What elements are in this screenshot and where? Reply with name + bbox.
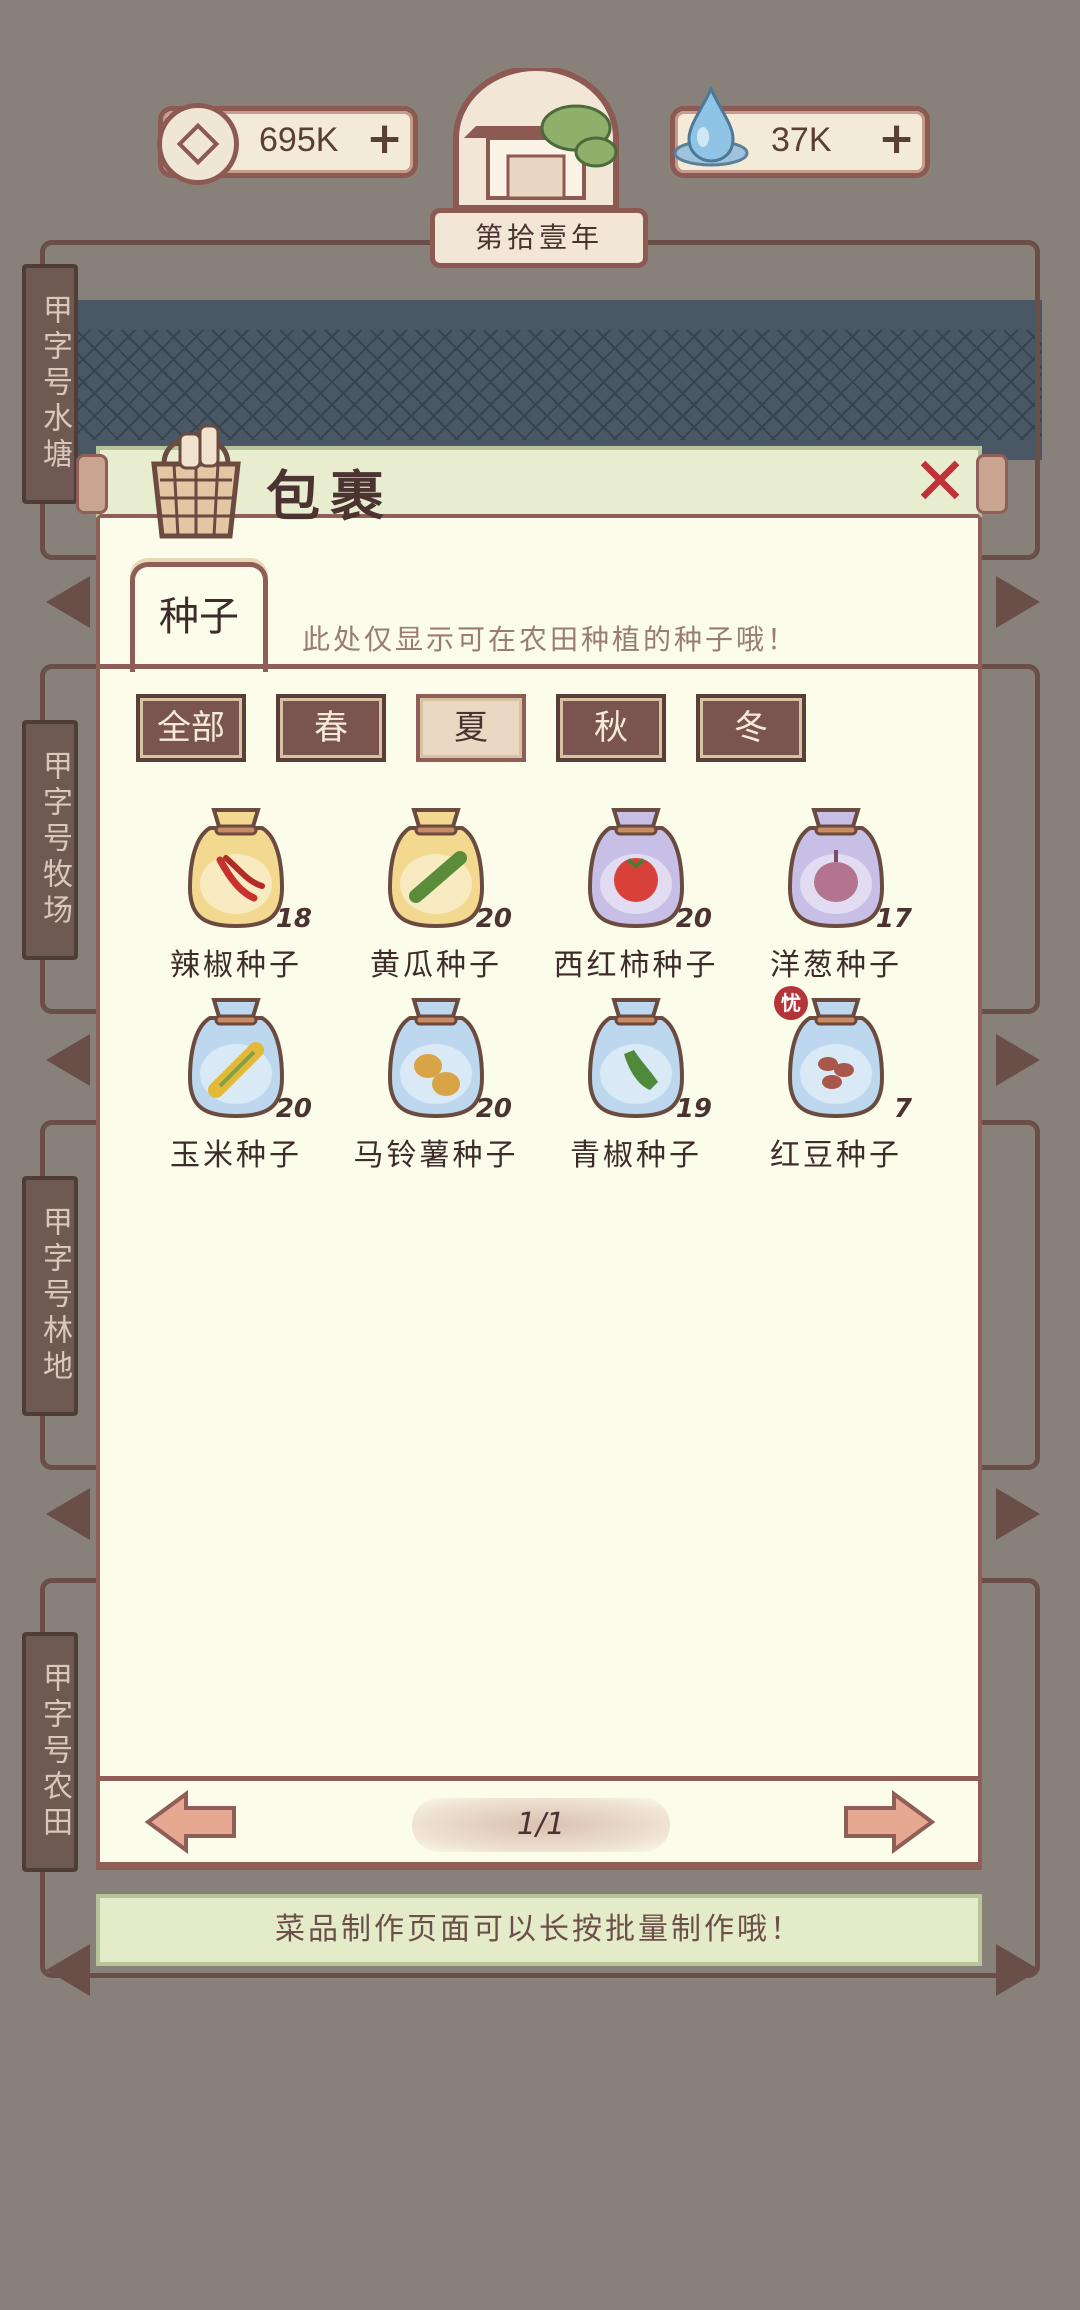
zone-next-arrow[interactable] bbox=[996, 1488, 1040, 1540]
filter-autumn[interactable]: 秋 bbox=[556, 694, 666, 762]
zone-prev-arrow[interactable] bbox=[46, 1034, 90, 1086]
seed-badge: 忧 bbox=[774, 986, 808, 1020]
seed-item[interactable]: 20 玉米种子 bbox=[136, 990, 336, 1180]
seed-hint-text: 此处仅显示可在农田种植的种子哦！ bbox=[302, 623, 799, 656]
seed-item[interactable]: 20 马铃薯种子 bbox=[336, 990, 536, 1180]
seed-name: 黄瓜种子 bbox=[370, 948, 502, 983]
seed-name: 西红柿种子 bbox=[553, 948, 719, 983]
add-gems-button[interactable]: + bbox=[878, 117, 915, 161]
seed-name: 辣椒种子 bbox=[170, 948, 302, 983]
seed-count: 20 bbox=[275, 1094, 312, 1124]
filter-summer[interactable]: 夏 bbox=[416, 694, 526, 762]
seed-name: 青椒种子 bbox=[570, 1138, 702, 1173]
gem-counter: 37K + bbox=[670, 85, 930, 178]
add-coins-button[interactable]: + bbox=[366, 117, 403, 161]
zone-prev-arrow[interactable] bbox=[46, 576, 90, 628]
coin-counter: 695K + bbox=[157, 103, 418, 185]
tomato-icon bbox=[614, 858, 658, 902]
seed-count: 20 bbox=[475, 904, 512, 934]
gem-amount: 37K bbox=[771, 121, 832, 159]
tab-seeds[interactable]: 种子 bbox=[130, 562, 268, 672]
zone-next-arrow[interactable] bbox=[996, 1944, 1040, 1996]
zone-prev-arrow[interactable] bbox=[46, 1488, 90, 1540]
zone-next-arrow[interactable] bbox=[996, 576, 1040, 628]
zone-prev-arrow[interactable] bbox=[46, 1944, 90, 1996]
page-indicator: 1/1 bbox=[412, 1798, 670, 1852]
tip-bar: 菜品制作页面可以长按批量制作哦！ bbox=[96, 1894, 982, 1966]
basket-icon bbox=[151, 424, 241, 539]
pager-divider-top bbox=[100, 1776, 980, 1781]
zone-sign-ranch[interactable]: 甲字号牧场 bbox=[22, 720, 78, 960]
zone-sign-farmland[interactable]: 甲字号农田 bbox=[22, 1632, 78, 1872]
filter-all[interactable]: 全部 bbox=[136, 694, 246, 762]
tab-divider bbox=[100, 664, 980, 669]
zone-sign-forest[interactable]: 甲字号林地 bbox=[22, 1176, 78, 1416]
coin-amount: 695K bbox=[259, 121, 339, 159]
coin-icon bbox=[157, 103, 239, 185]
zone-sign-pond[interactable]: 甲字号水塘 bbox=[22, 264, 78, 504]
seed-name: 玉米种子 bbox=[170, 1138, 302, 1173]
seed-count: 19 bbox=[675, 1094, 712, 1124]
close-button[interactable]: ✕ bbox=[910, 449, 970, 515]
zone-next-arrow[interactable] bbox=[996, 1034, 1040, 1086]
seed-count: 20 bbox=[475, 1094, 512, 1124]
seed-count: 18 bbox=[275, 904, 312, 934]
scroll-roll-left bbox=[76, 454, 108, 514]
panel-title: 包裹 bbox=[266, 465, 394, 528]
seed-count: 7 bbox=[893, 1094, 912, 1124]
seed-item[interactable]: 忧 7 红豆种子 bbox=[736, 986, 936, 1180]
seed-item[interactable]: 20 黄瓜种子 bbox=[336, 800, 536, 990]
filter-winter[interactable]: 冬 bbox=[696, 694, 806, 762]
water-drop-icon bbox=[673, 85, 749, 167]
seed-item[interactable]: 18 辣椒种子 bbox=[136, 800, 336, 990]
year-label: 第拾壹年 bbox=[430, 208, 648, 268]
pager-divider-bottom bbox=[100, 1862, 980, 1867]
next-page-arrow-icon[interactable] bbox=[842, 1790, 936, 1854]
prev-page-arrow-icon[interactable] bbox=[144, 1790, 238, 1854]
seed-count: 20 bbox=[675, 904, 712, 934]
seed-name: 洋葱种子 bbox=[770, 948, 902, 983]
scroll-roll-right bbox=[976, 454, 1008, 514]
pavilion-emblem-icon[interactable] bbox=[436, 68, 636, 208]
seed-name: 红豆种子 bbox=[770, 1138, 902, 1173]
filter-spring[interactable]: 春 bbox=[276, 694, 386, 762]
seed-item[interactable]: 20 西红柿种子 bbox=[536, 800, 736, 990]
seed-item[interactable]: 19 青椒种子 bbox=[536, 990, 736, 1180]
seed-item[interactable]: 17 洋葱种子 bbox=[736, 800, 936, 990]
seed-name: 马铃薯种子 bbox=[353, 1138, 519, 1173]
seed-count: 17 bbox=[875, 904, 912, 934]
